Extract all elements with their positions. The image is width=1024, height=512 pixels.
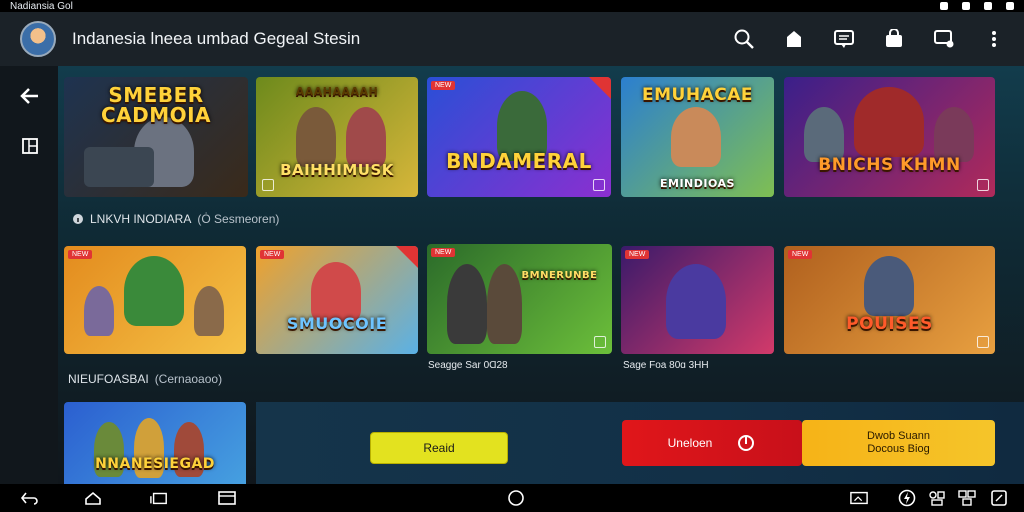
screenshot-icon[interactable] xyxy=(850,490,868,506)
grid-icon[interactable] xyxy=(958,490,976,506)
search-icon[interactable] xyxy=(732,27,756,51)
yellow-button-line2: Docous Biog xyxy=(867,443,930,455)
red-button-label: Uneloen xyxy=(667,436,713,450)
game-card[interactable]: SMEBER CADMOIA xyxy=(64,77,248,197)
game-top-title: AAAHAAAAH xyxy=(295,85,379,98)
back-icon[interactable] xyxy=(20,490,38,506)
circle-home-icon[interactable] xyxy=(507,490,525,506)
video-icon xyxy=(262,179,274,191)
more-vert-icon[interactable] xyxy=(982,27,1006,51)
game-card[interactable]: NEW xyxy=(64,246,246,354)
status-text: Nadiansia Gol xyxy=(10,0,73,12)
navigation-bar xyxy=(0,484,1024,512)
game-card[interactable]: BNICHS KHMN xyxy=(784,77,995,197)
battery-icon xyxy=(984,2,992,10)
card-caption: Sage Foa 80ɑ 3HH xyxy=(623,360,709,371)
badge: NEW xyxy=(260,250,285,259)
message-icon[interactable] xyxy=(832,27,856,51)
game-title: BNICHS KHMN xyxy=(818,155,961,175)
game-title: NNANESIEGAD xyxy=(95,456,215,472)
copy-icon[interactable] xyxy=(990,490,1008,506)
bookmark-icon xyxy=(977,179,989,191)
check-icon xyxy=(594,336,606,348)
game-title: BAIHHIMUSK xyxy=(280,161,394,179)
avatar[interactable] xyxy=(20,21,56,57)
section-title: LNKVH INODIARA xyxy=(90,212,192,226)
settings-icon[interactable] xyxy=(928,490,946,506)
yellow-action-button[interactable]: Dwob Suann Docous Biog xyxy=(802,420,995,466)
ribbon-icon xyxy=(589,77,611,99)
badge: NEW xyxy=(625,250,650,259)
card-caption: Seagge Sar 0Ɑ28 xyxy=(428,360,508,371)
game-card[interactable]: NNANESIEGAD xyxy=(64,402,246,484)
game-card[interactable]: AAAHAAAAH BAIHHIMUSK xyxy=(256,77,418,197)
assistant-icon[interactable] xyxy=(898,489,916,507)
app-title: Indanesia lneea umbad Gegeal Stesin xyxy=(72,29,361,48)
badge: NEW xyxy=(788,250,813,259)
info-icon xyxy=(73,214,83,224)
game-card[interactable]: NEW POUISES xyxy=(784,246,995,354)
wifi-icon xyxy=(962,2,970,10)
section-subtitle: (Cernaoaoo) xyxy=(154,372,223,386)
badge: NEW xyxy=(431,81,456,90)
section-title: NIEUFOASBAI xyxy=(68,372,149,386)
home-icon[interactable] xyxy=(84,490,102,506)
yellow-button-line1: Dwob Suann xyxy=(867,430,930,442)
game-subtitle: EMINDIOAS xyxy=(660,177,735,190)
game-title: BNDAMERAL xyxy=(446,149,592,173)
game-card[interactable]: EMUHACAE EMINDIOAS xyxy=(621,77,774,197)
game-card[interactable]: NEW BNDAMERAL xyxy=(427,77,611,197)
sidebar xyxy=(0,66,58,484)
refresh-icon xyxy=(738,435,755,451)
chat-icon[interactable] xyxy=(932,27,956,51)
section-header: LNKVH INODIARA (Ȯ Sesmeoren) xyxy=(72,212,279,226)
fullscreen-icon xyxy=(593,179,605,191)
game-card[interactable]: NEW SMUOCOIE xyxy=(256,246,418,354)
status-bar: Nadiansia Gol xyxy=(0,0,1024,12)
game-title: SMEBER CADMOIA xyxy=(100,83,212,127)
game-card[interactable]: NEW BMNERUNBE xyxy=(427,244,612,354)
read-button[interactable]: Reaid xyxy=(370,432,508,464)
section-header: NIEUFOASBAI (Cernaoaoo) xyxy=(68,372,222,386)
ribbon-icon xyxy=(396,246,418,268)
red-action-button[interactable]: Uneloen xyxy=(622,420,802,466)
window-icon[interactable] xyxy=(218,490,236,506)
notification-icon xyxy=(1006,2,1014,10)
store-icon[interactable] xyxy=(782,27,806,51)
signal-icon xyxy=(940,2,948,10)
game-title: POUISES xyxy=(846,314,933,334)
library-icon[interactable] xyxy=(18,134,42,158)
bookmark-icon xyxy=(977,336,989,348)
game-title: SMUOCOIE xyxy=(286,314,388,333)
section-subtitle: (Ȯ Sesmeoren) xyxy=(197,212,280,226)
back-arrow-icon[interactable] xyxy=(18,84,42,108)
badge: NEW xyxy=(68,250,93,259)
game-title: EMUHACAE xyxy=(642,85,753,105)
game-card[interactable]: NEW xyxy=(621,246,774,354)
badge: NEW xyxy=(431,248,456,257)
app-bar: Indanesia lneea umbad Gegeal Stesin xyxy=(0,12,1024,66)
game-title: BMNERUNBE xyxy=(521,270,598,281)
bag-icon[interactable] xyxy=(882,27,906,51)
recents-icon[interactable] xyxy=(150,490,168,506)
